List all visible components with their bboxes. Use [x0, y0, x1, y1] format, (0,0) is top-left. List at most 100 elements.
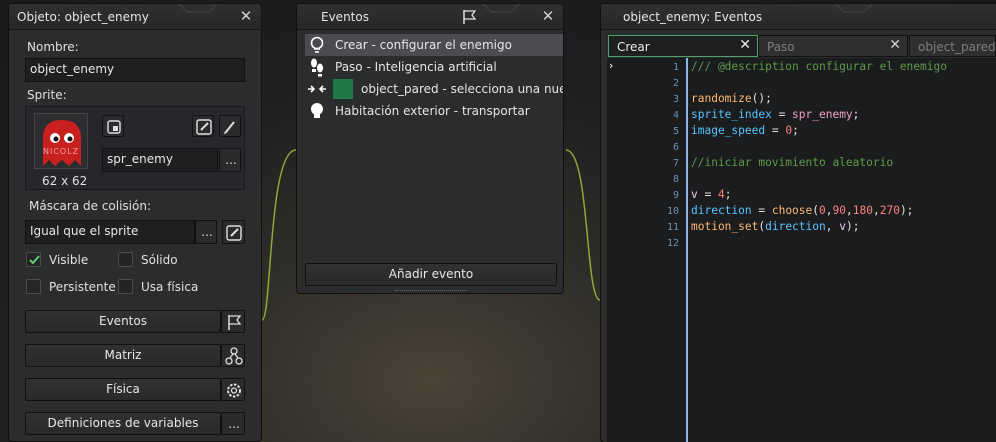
close-icon[interactable]: ✕ [739, 37, 751, 53]
persistent-label: Persistente [49, 280, 116, 294]
events-list: Crear - configurar el enemigo Paso - Int… [297, 33, 563, 263]
visible-checkbox[interactable] [26, 252, 41, 267]
variable-definitions-more-button[interactable]: ... [221, 412, 245, 435]
event-create[interactable]: Crear - configurar el enemigo [305, 34, 563, 56]
uses-physics-label: Usa física [141, 280, 199, 294]
parent-button-label: Matriz [104, 348, 142, 362]
brush-button[interactable] [219, 115, 241, 137]
events-window: Eventos ✕ Crear - configurar el enemigo [296, 3, 564, 294]
code-line: /// @description configurar el enemigo [691, 60, 947, 73]
event-label: object_pared - selecciona una nueva [361, 82, 564, 96]
sprite-caption: NICOLZ [43, 147, 80, 156]
line-number: 5 [672, 126, 679, 137]
name-field[interactable]: object_enemy [25, 58, 245, 82]
code-line: motion_set(direction, v); [691, 220, 860, 233]
add-event-button[interactable]: Añadir evento [305, 263, 557, 286]
enemy-sprite-image [43, 120, 81, 166]
line-number: 12 [666, 238, 679, 249]
sprite-name-field[interactable]: spr_enemy [102, 148, 218, 172]
gutter-separator [686, 58, 688, 442]
more-icon: ... [201, 225, 213, 239]
code-window-titlebar[interactable]: object_enemy: Eventos [601, 4, 996, 30]
sprite-preview[interactable]: NICOLZ [34, 113, 88, 169]
footsteps-icon [311, 58, 323, 77]
variable-definitions-label: Definiciones de variables [47, 416, 199, 430]
brush-icon [224, 121, 235, 134]
more-icon: ... [225, 153, 237, 167]
more-icon: ... [228, 417, 240, 431]
persistent-checkbox[interactable] [26, 279, 41, 294]
cursor-marker-icon: › [609, 59, 614, 72]
bulb-icon [311, 103, 323, 118]
name-label: Nombre: [27, 40, 79, 54]
object-color-swatch [333, 79, 353, 99]
edit-image-icon [226, 225, 242, 241]
code-line: randomize(); [691, 92, 772, 105]
close-icon[interactable]: ✕ [539, 7, 557, 25]
lightbulb-icon [310, 36, 324, 53]
object-window: Objeto: object_enemy ✕ Nombre: object_en… [8, 3, 262, 442]
visible-label: Visible [49, 253, 89, 267]
solid-label: Sólido [141, 253, 178, 267]
event-label: Habitación exterior - transportar [335, 104, 530, 118]
tab-step[interactable]: Paso ✕ [758, 35, 908, 57]
line-number: 9 [672, 190, 679, 201]
new-sprite-button[interactable] [102, 115, 124, 137]
object-window-titlebar[interactable]: Objeto: object_enemy ✕ [9, 4, 261, 30]
events-flag-button[interactable] [221, 310, 245, 333]
line-number: 11 [666, 222, 679, 233]
tab-label: Paso [767, 40, 795, 54]
event-label: Paso - Inteligencia artificial [335, 60, 497, 74]
line-number: 3 [672, 94, 679, 105]
code-line: image_speed = 0; [691, 124, 799, 137]
code-line: direction = choose(0,90,180,270); [691, 204, 914, 217]
line-number: 2 [672, 78, 679, 89]
edit-sprite-button[interactable] [192, 115, 214, 137]
parent-button[interactable]: Matriz [25, 344, 221, 367]
tab-object-wall[interactable]: object_pared [909, 35, 996, 57]
physics-gear-button[interactable] [221, 378, 245, 401]
title-notch [178, 4, 218, 13]
close-icon[interactable]: ✕ [237, 7, 255, 25]
code-line: //iniciar movimiento aleatorio [691, 156, 894, 169]
sprite-panel: NICOLZ 62 x 62 spr_enemy ... [25, 106, 245, 190]
workspace: Objeto: object_enemy ✕ Nombre: object_en… [0, 0, 996, 442]
code-line: sprite_index = spr_enemy; [691, 108, 860, 121]
code-line: v = 4; [691, 188, 732, 201]
checkmark-icon [29, 255, 40, 265]
sprite-label: Sprite: [27, 88, 67, 102]
tab-label: Crear [617, 40, 650, 54]
collision-mask-field[interactable]: Igual que el sprite [25, 220, 195, 244]
parent-hierarchy-button[interactable] [221, 344, 245, 367]
tab-label: object_pared [918, 40, 996, 54]
edit-image-icon [196, 119, 212, 135]
events-window-titlebar[interactable]: Eventos ✕ [297, 4, 563, 30]
line-number: 6 [672, 142, 679, 153]
collision-mask-browse-button[interactable]: ... [195, 220, 217, 244]
physics-button[interactable]: Física [25, 378, 221, 401]
sprite-size: 62 x 62 [42, 174, 88, 188]
resize-grip[interactable] [395, 290, 467, 293]
line-number: 7 [672, 158, 679, 169]
close-icon[interactable]: ✕ [889, 37, 901, 53]
event-outside-room[interactable]: Habitación exterior - transportar [305, 100, 563, 122]
code-editor[interactable]: › 1 2 3 4 5 6 7 8 9 10 11 12 /// @descri… [607, 58, 996, 442]
events-button[interactable]: Eventos [25, 310, 221, 333]
collision-mask-edit-button[interactable] [222, 220, 245, 244]
event-step[interactable]: Paso - Inteligencia artificial [305, 56, 563, 78]
event-collision[interactable]: object_pared - selecciona una nueva [305, 78, 563, 100]
solid-checkbox[interactable] [118, 252, 133, 267]
line-number: 8 [672, 174, 679, 185]
line-number: 1 [672, 62, 679, 73]
events-button-label: Eventos [99, 314, 147, 328]
sprite-browse-button[interactable]: ... [219, 148, 241, 172]
line-number: 4 [672, 110, 679, 121]
variable-definitions-button[interactable]: Definiciones de variables [25, 412, 221, 435]
tab-create[interactable]: Crear ✕ [608, 35, 758, 57]
uses-physics-checkbox[interactable] [118, 279, 133, 294]
flag-icon [228, 315, 242, 330]
new-sprite-icon [107, 120, 121, 134]
collision-icon [308, 85, 326, 93]
collision-mask-label: Máscara de colisión: [29, 199, 152, 213]
gear-icon [227, 383, 241, 398]
